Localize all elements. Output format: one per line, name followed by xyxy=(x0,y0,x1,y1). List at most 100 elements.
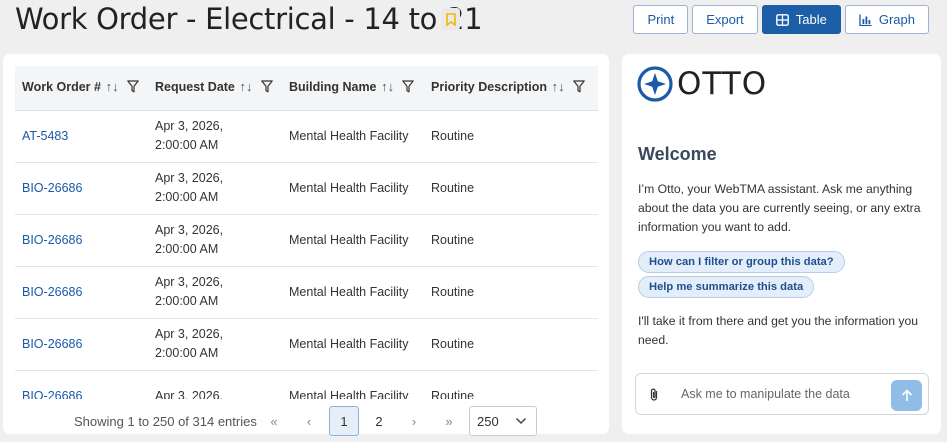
priority-cell: Routine xyxy=(431,180,475,195)
request-time-line: 2:00:00 AM xyxy=(155,242,219,256)
column-header-label: Request Date xyxy=(155,80,235,95)
otto-chat-panel: OTTO Welcome I’m Otto, your WebTMA assis… xyxy=(622,54,941,434)
next-page-button[interactable]: › xyxy=(399,406,429,436)
work-order-cell: BIO-26686 xyxy=(15,370,148,400)
request-date-line: Apr 3, 2026, xyxy=(155,171,224,185)
request-date-cell: Apr 3, 2026, 2:00:00 AM xyxy=(148,110,282,162)
table-row[interactable]: BIO-26686 Apr 3, 2026, 2:00:00 AM Mental He… xyxy=(15,266,598,318)
table-row[interactable]: BIO-26686 Apr 3, 2026, Mental Health Facil… xyxy=(15,370,598,400)
work-order-cell: BIO-26686 xyxy=(15,214,148,266)
table-scroll-area[interactable]: Work Order # ↑↓ Request Date ↑↓ Building N… xyxy=(15,66,598,399)
table-row[interactable]: BIO-26686 Apr 3, 2026, 2:00:00 AM Mental He… xyxy=(15,162,598,214)
column-header-label: Priority Description xyxy=(431,80,547,95)
request-date-cell: Apr 3, 2026, 2:00:00 AM xyxy=(148,266,282,318)
request-date-cell: Apr 3, 2026, 2:00:00 AM xyxy=(148,318,282,370)
sort-icon[interactable]: ↑↓ xyxy=(236,79,253,94)
graph-view-button[interactable]: Graph xyxy=(844,5,929,34)
export-button[interactable]: Export xyxy=(692,5,758,34)
page-size-value: 250 xyxy=(477,413,499,429)
work-order-cell: BIO-26686 xyxy=(15,266,148,318)
table-row[interactable]: BIO-26686 Apr 3, 2026, 2:00:00 AM Mental He… xyxy=(15,214,598,266)
work-order-link[interactable]: BIO-26686 xyxy=(22,389,82,400)
request-date-line: Apr 3, 2026, xyxy=(155,223,224,237)
request-time-line: 2:00:00 AM xyxy=(155,138,219,152)
pagination-info: Showing 1 to 250 of 314 entries xyxy=(74,414,257,429)
filter-icon[interactable] xyxy=(260,80,273,96)
work-order-cell: BIO-26686 xyxy=(15,318,148,370)
previous-page-button[interactable]: ‹ xyxy=(294,406,324,436)
building-name-cell: Mental Health Facility xyxy=(289,388,409,400)
work-order-cell: AT-5483 xyxy=(15,110,148,162)
send-button[interactable] xyxy=(891,380,922,411)
table-body: AT-5483 Apr 3, 2026, 2:00:00 AM Mental Heal… xyxy=(15,110,598,399)
request-date-cell: Apr 3, 2026, xyxy=(148,370,282,400)
column-header[interactable]: Priority Description ↑↓ xyxy=(424,66,598,111)
column-header[interactable]: Request Date ↑↓ xyxy=(148,66,282,111)
chat-message-input[interactable] xyxy=(681,384,881,404)
chat-outro-text: I'll take it from there and get you the … xyxy=(638,314,919,347)
work-order-link[interactable]: BIO-26686 xyxy=(22,181,82,195)
otto-logo: OTTO xyxy=(636,65,767,103)
page-1-button[interactable]: 1 xyxy=(329,406,359,436)
column-header-label: Building Name xyxy=(289,80,377,95)
table-icon xyxy=(775,13,789,26)
sort-icon[interactable]: ↑↓ xyxy=(548,79,565,94)
print-button[interactable]: Print xyxy=(633,5,689,34)
filter-icon[interactable] xyxy=(126,80,139,96)
building-name-cell: Mental Health Facility xyxy=(289,284,409,299)
work-order-link[interactable]: BIO-26686 xyxy=(22,233,82,247)
page-size-select[interactable]: 250 xyxy=(469,406,537,436)
filter-icon[interactable] xyxy=(402,80,414,96)
chat-input-box xyxy=(635,373,929,415)
work-order-cell: BIO-26686 xyxy=(15,162,148,214)
priority-cell: Routine xyxy=(431,128,475,143)
building-name-cell: Mental Health Facility xyxy=(289,232,409,247)
chat-welcome-heading: Welcome xyxy=(638,144,717,164)
building-name-cell: Mental Health Facility xyxy=(289,336,409,351)
suggestion-filter-group[interactable]: How can I filter or group this data? xyxy=(638,251,845,273)
building-name-cell: Mental Health Facility xyxy=(289,128,409,143)
table-panel: Work Order # ↑↓ Request Date ↑↓ Building N… xyxy=(3,54,609,436)
work-order-link[interactable]: BIO-26686 xyxy=(22,285,82,299)
table-header-row: Work Order # ↑↓ Request Date ↑↓ Building N… xyxy=(15,66,598,111)
paperclip-icon[interactable] xyxy=(649,387,660,402)
request-time-line: 2:00:00 AM xyxy=(155,190,219,204)
bookmark-button[interactable] xyxy=(441,8,460,30)
last-page-button[interactable]: » xyxy=(434,406,464,436)
request-date-line: Apr 3, 2026, xyxy=(155,388,224,400)
filter-icon[interactable] xyxy=(572,80,585,96)
page-title: Work Order - Electrical - 14 to 21 xyxy=(15,2,483,36)
column-header[interactable]: Work Order # ↑↓ xyxy=(15,66,148,111)
work-order-table: Work Order # ↑↓ Request Date ↑↓ Building N… xyxy=(15,66,598,399)
pagination: Showing 1 to 250 of 314 entries « ‹ 1 2 … xyxy=(3,406,609,436)
bar-chart-icon xyxy=(859,14,872,26)
arrow-up-icon xyxy=(901,389,912,401)
table-row[interactable]: BIO-26686 Apr 3, 2026, 2:00:00 AM Mental He… xyxy=(15,318,598,370)
request-date-cell: Apr 3, 2026, 2:00:00 AM xyxy=(148,214,282,266)
request-time-line: 2:00:00 AM xyxy=(155,294,219,308)
sparkle-icon xyxy=(637,66,673,102)
otto-brand-text: OTTO xyxy=(677,66,768,102)
building-name-cell: Mental Health Facility xyxy=(289,180,409,195)
column-header-label: Work Order # xyxy=(22,80,101,95)
request-date-line: Apr 3, 2026, xyxy=(155,275,224,289)
chat-intro-text: I’m Otto, your WebTMA assistant. Ask me … xyxy=(638,182,921,234)
sort-icon[interactable]: ↑↓ xyxy=(378,79,394,94)
page-2-button[interactable]: 2 xyxy=(364,406,394,436)
priority-cell: Routine xyxy=(431,388,475,400)
table-row[interactable]: AT-5483 Apr 3, 2026, 2:00:00 AM Mental Heal… xyxy=(15,110,598,162)
table-view-button[interactable]: Table xyxy=(761,5,841,34)
work-order-link[interactable]: BIO-26686 xyxy=(22,337,82,351)
column-header[interactable]: Building Name ↑↓ xyxy=(282,66,424,111)
suggestion-summarize[interactable]: Help me summarize this data xyxy=(638,276,815,298)
request-date-line: Apr 3, 2026, xyxy=(155,119,224,133)
view-toolbar: Print Export Table Graph xyxy=(633,5,929,34)
request-date-cell: Apr 3, 2026, 2:00:00 AM xyxy=(148,162,282,214)
work-order-link[interactable]: AT-5483 xyxy=(22,129,68,143)
priority-cell: Routine xyxy=(431,284,475,299)
bookmark-icon xyxy=(445,12,456,26)
first-page-button[interactable]: « xyxy=(259,406,289,436)
request-time-line: 2:00:00 AM xyxy=(155,346,219,360)
sort-icon[interactable]: ↑↓ xyxy=(102,79,119,94)
request-date-line: Apr 3, 2026, xyxy=(155,327,224,341)
